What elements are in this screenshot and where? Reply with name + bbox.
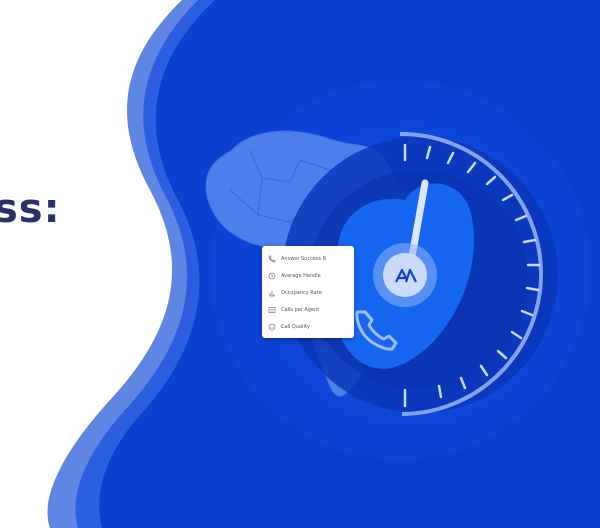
metric-row-average-handle: Average Handle xyxy=(262,267,354,284)
metric-label: Calls per Agent xyxy=(281,306,320,313)
metric-label: Call Quality xyxy=(281,323,310,330)
metric-label: Answer Success R xyxy=(281,255,327,262)
smiley-icon xyxy=(268,323,276,330)
metric-row-calls-per-agent: Calls per Agent xyxy=(262,301,354,318)
metric-label: Average Handle xyxy=(281,272,321,279)
phone-icon xyxy=(268,255,276,262)
metric-label: Occupancy Rate xyxy=(281,289,322,296)
bar-chart-icon xyxy=(269,290,275,296)
hero-banner: ss: Answer Success R Average Handle Occu… xyxy=(0,0,600,528)
heading-text: ss: xyxy=(0,186,61,232)
metric-row-answer-success: Answer Success R xyxy=(262,250,354,267)
metrics-card: Answer Success R Average Handle Occupanc… xyxy=(262,246,354,338)
metric-row-call-quality: Call Quality xyxy=(262,318,354,335)
clock-icon xyxy=(268,272,276,279)
metric-row-occupancy-rate: Occupancy Rate xyxy=(262,284,354,301)
agent-list-icon xyxy=(268,306,276,313)
